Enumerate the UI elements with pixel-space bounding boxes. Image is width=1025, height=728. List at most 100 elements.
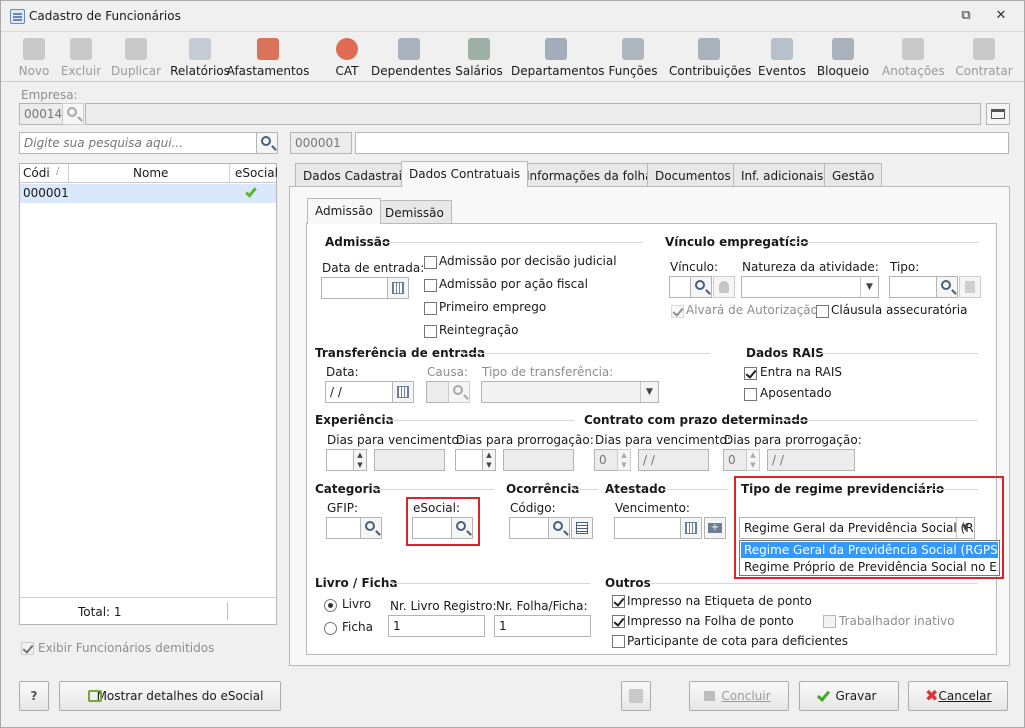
toolbar-events-button[interactable]: Eventos <box>758 38 806 82</box>
tab-documentos[interactable]: Documentos <box>647 163 739 187</box>
type-field[interactable] <box>889 276 937 298</box>
title-bar: Cadastro de Funcionários ⧉ ✕ <box>1 1 1024 32</box>
retired-checkbox[interactable] <box>744 388 757 401</box>
grid-col-code[interactable]: Códi <box>23 166 50 180</box>
cancel-button[interactable]: ✖ Cancelar <box>908 681 1008 711</box>
entry-date-calendar-button[interactable] <box>387 277 409 299</box>
transfer-date-calendar-button[interactable] <box>392 381 414 403</box>
bond-search-button[interactable] <box>690 276 712 298</box>
calendar-icon <box>392 282 404 294</box>
tab-gestao[interactable]: Gestão <box>824 163 883 187</box>
show-dismissed-label: Exibir Funcionários demitidos <box>38 641 215 655</box>
reintegration-checkbox[interactable] <box>424 325 437 338</box>
toolbar-cat-button[interactable]: CAT <box>329 38 365 82</box>
contract-extension-date-field: / / <box>767 449 855 471</box>
authorization-checkbox[interactable] <box>671 305 684 318</box>
gfip-search-button[interactable] <box>360 517 382 539</box>
book-radio[interactable] <box>324 599 337 612</box>
company-browse-button[interactable] <box>986 103 1010 125</box>
certificate-add-button[interactable]: + <box>704 517 726 539</box>
add-user-icon <box>719 281 729 293</box>
grid-col-name[interactable]: Nome <box>133 166 168 180</box>
restore-icon[interactable]: ⧉ <box>959 9 973 23</box>
exp-expiry-days-field[interactable] <box>326 449 354 471</box>
tab-demissao[interactable]: Demissão <box>377 200 452 224</box>
trash-icon <box>70 38 92 60</box>
toolbar-leaves-button[interactable]: Afastamentos <box>215 38 321 82</box>
timesheet-printed-checkbox[interactable] <box>612 615 625 628</box>
activity-nature-select[interactable]: ▼ <box>741 276 879 298</box>
employee-grid[interactable]: Códi / Nome eSocial 000001 Total: 1 <box>19 163 278 625</box>
occurrence-list-button[interactable] <box>571 517 593 539</box>
type-add-button <box>959 276 981 298</box>
sheet-number-field[interactable]: 1 <box>494 615 591 637</box>
exp-expiry-spinner[interactable]: ▲ ▼ <box>353 449 367 471</box>
activity-nature-label: Natureza da atividade: <box>742 260 879 274</box>
check-icon <box>245 185 257 198</box>
others-header: Outros <box>605 576 651 590</box>
bond-field[interactable] <box>669 276 691 298</box>
employee-code-field: 000001 <box>290 132 352 154</box>
certificate-expiry-field[interactable] <box>614 517 681 539</box>
toolbar-duplicate-button[interactable]: Duplicar <box>109 38 163 82</box>
contract-extension-days-field: 0 <box>723 449 747 471</box>
fiscal-admission-checkbox[interactable] <box>424 279 437 292</box>
occurrence-code-field[interactable] <box>509 517 549 539</box>
toolbar-functions-button[interactable]: Funções <box>607 38 659 82</box>
book-number-field[interactable]: 1 <box>388 615 485 637</box>
entry-date-field[interactable] <box>321 277 388 299</box>
help-button[interactable]: ? <box>19 681 49 711</box>
tab-informacoes-folha[interactable]: Informações da folha <box>518 163 661 187</box>
save-button[interactable]: Gravar <box>799 681 899 711</box>
table-icon <box>991 109 1005 119</box>
tab-admissao[interactable]: Admissão <box>307 198 381 224</box>
exp-extension-spinner[interactable]: ▲ ▼ <box>482 449 496 471</box>
toolbar-lock-button[interactable]: Bloqueio <box>816 38 870 82</box>
app-icon <box>10 9 25 24</box>
exp-extension-days-field[interactable] <box>455 449 483 471</box>
calendar-icon <box>397 386 409 398</box>
toolbar-hire-button[interactable]: Contratar <box>955 38 1013 82</box>
clause-checkbox[interactable] <box>816 305 829 318</box>
transfer-date-field[interactable]: / / <box>325 381 393 403</box>
disability-quota-checkbox[interactable] <box>612 635 625 648</box>
house-arrow-icon <box>257 38 279 60</box>
tab-dados-contratuais[interactable]: Dados Contratuais <box>401 161 529 187</box>
judicial-admission-checkbox[interactable] <box>424 256 437 269</box>
timesheet-printed-label: Impresso na Folha de ponto <box>627 614 794 628</box>
show-dismissed-checkbox[interactable] <box>21 642 34 655</box>
money-icon <box>468 38 490 60</box>
employee-name-field[interactable] <box>355 132 1009 154</box>
esocial-details-button[interactable]: Mostrar detalhes do eSocial <box>59 681 281 711</box>
toolbar-delete-button[interactable]: Excluir <box>59 38 103 82</box>
toolbar-salaries-button[interactable]: Salários <box>455 38 503 82</box>
bond-add-button <box>713 276 735 298</box>
sheet-radio-label: Ficha <box>342 620 373 634</box>
certificate-calendar-button[interactable] <box>680 517 702 539</box>
transfer-date-label: Data: <box>326 365 359 379</box>
tag-printed-checkbox[interactable] <box>612 595 625 608</box>
list-icon <box>771 38 793 60</box>
grid-col-esocial[interactable]: eSocial <box>235 166 278 180</box>
row-code: 000001 <box>23 186 69 200</box>
rais-checkbox[interactable] <box>744 367 757 380</box>
gfip-field[interactable] <box>326 517 361 539</box>
toolbar-contributions-button[interactable]: Contribuições <box>669 38 751 82</box>
first-job-checkbox[interactable] <box>424 302 437 315</box>
sheet-radio[interactable] <box>324 622 337 635</box>
tab-dados-cadastrais[interactable]: Dados Cadastrais <box>295 163 417 187</box>
toolbar-dependents-button[interactable]: Dependentes <box>371 38 451 82</box>
toolbar-new-button[interactable]: Novo <box>15 38 53 82</box>
toolbar-notes-button[interactable]: Anotações <box>882 38 945 82</box>
type-search-button[interactable] <box>936 276 958 298</box>
exp-extension-date-field <box>503 449 574 471</box>
inactive-worker-checkbox <box>823 615 836 628</box>
occurrence-search-button[interactable] <box>548 517 570 539</box>
tab-inf-adicionais[interactable]: Inf. adicionais <box>733 163 832 187</box>
close-icon[interactable]: ✕ <box>994 9 1008 23</box>
close-icon: ✖ <box>925 686 939 705</box>
table-row[interactable]: 000001 <box>20 184 276 203</box>
toolbar-departments-button[interactable]: Departamentos <box>511 38 605 82</box>
search-input[interactable]: Digite sua pesquisa aqui... <box>19 132 257 154</box>
search-button[interactable] <box>256 132 278 154</box>
